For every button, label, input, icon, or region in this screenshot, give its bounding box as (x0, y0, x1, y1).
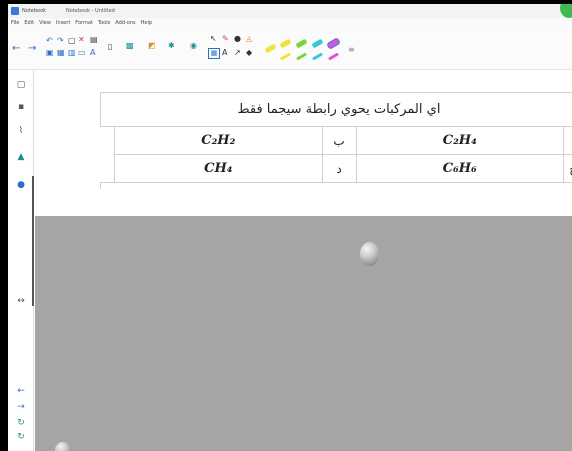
table-spacer (101, 127, 115, 155)
frame-icon[interactable]: ▭ (78, 48, 86, 58)
option-formula-b: C₂H₂ (114, 126, 323, 155)
app-icon (11, 7, 19, 15)
pen-settings-icon[interactable]: ≡ (348, 45, 355, 55)
fill-icon[interactable]: ● (234, 34, 241, 44)
pen-magenta-icon[interactable] (326, 36, 341, 51)
redo-icon[interactable]: ↷ (57, 36, 64, 46)
text-icon[interactable]: A (222, 48, 227, 58)
option-letter-b: ب (321, 126, 357, 155)
shape-icon[interactable]: ◆ (246, 48, 252, 58)
pen-yellow-3-icon[interactable] (279, 52, 292, 61)
menu-format[interactable]: Format (75, 20, 93, 26)
addons-icon[interactable]: ● (15, 180, 27, 190)
addons-icon[interactable]: ✱ (168, 41, 175, 51)
delete-icon[interactable]: ✕ (78, 35, 85, 45)
attachments-icon[interactable]: ⌇ (15, 126, 27, 136)
pen-magenta-2-icon[interactable] (327, 52, 340, 61)
option-letter-a: أ (563, 126, 572, 155)
menu-file[interactable]: File (11, 20, 19, 26)
eraser-icon[interactable]: ◬ (246, 34, 252, 44)
menu-addons[interactable]: Add-ons (115, 20, 135, 26)
sidebar: ▢ ▪ ⌇ ▲ ● ↔ ← → ↻ ↻ (8, 70, 34, 451)
app-title: Notebook (22, 8, 47, 14)
menu-insert[interactable]: Insert (56, 20, 70, 26)
menu-edit[interactable]: Edit (24, 20, 34, 26)
forward-arrow-icon[interactable]: → (28, 44, 36, 54)
text-format-icon[interactable]: A (90, 48, 95, 58)
resize-handle-icon[interactable]: ↔ (15, 296, 27, 306)
gallery-icon[interactable]: ▪ (15, 102, 27, 112)
select-icon[interactable]: ↖ (210, 34, 217, 44)
properties-icon[interactable]: ▩ (126, 41, 134, 51)
document-camera-icon[interactable]: ◉ (190, 41, 197, 51)
table-spacer (101, 155, 115, 183)
line-icon[interactable]: ↗ (234, 48, 241, 58)
option-letter-d: د (321, 154, 357, 183)
page-sorter-icon[interactable]: ▢ (15, 80, 27, 90)
page-icon[interactable]: ▢ (68, 36, 76, 46)
gallery-icon[interactable]: ◩ (148, 41, 156, 51)
option-formula-a: C₂H₄ (355, 126, 565, 155)
nav-right-arrow-icon[interactable]: → (15, 402, 27, 412)
undo-icon[interactable]: ↶ (46, 36, 53, 46)
title-bar: Notebook Notebook - Untitled (8, 4, 572, 18)
table-icon[interactable]: ▦ (208, 48, 220, 59)
whiteboard-canvas[interactable]: اي المركبات يحوي رابطة سيجما فقط أ C₂H₄ … (35, 70, 572, 216)
grid-icon[interactable]: ▥ (68, 48, 76, 58)
pen-cyan-icon[interactable] (311, 38, 324, 49)
option-formula-c: C₆H₆ (355, 154, 565, 183)
insert-page-icon[interactable]: ▣ (46, 48, 54, 58)
document-title: Notebook - Untitled (66, 8, 115, 14)
pen-yellow-icon[interactable] (264, 43, 277, 54)
question-text: اي المركبات يحوي رابطة سيجما فقط (100, 92, 572, 127)
menu-tools[interactable]: Tools (98, 20, 110, 26)
menu-bar: File Edit View Insert Format Tools Add-o… (8, 18, 572, 28)
duplicate-icon[interactable]: ▦ (57, 48, 65, 58)
pen-cyan-2-icon[interactable] (311, 52, 324, 61)
nav-refresh-2-icon[interactable]: ↻ (15, 432, 27, 442)
pen-yellow-2-icon[interactable] (279, 38, 292, 49)
sidebar-divider (32, 176, 34, 306)
table-empty-row (100, 182, 572, 189)
option-letter-c: ج (563, 154, 572, 183)
menu-view[interactable]: View (39, 20, 51, 26)
pen-green-2-icon[interactable] (295, 52, 308, 61)
ball-decoration (360, 242, 379, 266)
screen-shade-icon[interactable]: ▤ (90, 35, 98, 45)
nav-left-arrow-icon[interactable]: ← (15, 386, 27, 396)
question-table: اي المركبات يحوي رابطة سيجما فقط أ C₂H₄ … (100, 92, 572, 189)
pen-tool-icon[interactable]: ✎ (222, 34, 229, 44)
capture-icon[interactable]: ▯ (108, 42, 112, 52)
shaded-area[interactable] (35, 216, 572, 451)
option-formula-d: CH₄ (114, 154, 323, 183)
menu-help[interactable]: Help (141, 20, 152, 26)
toolbar: ← → ↶ ↷ ▢ ✕ ▤ ▣ ▦ ▥ ▭ A ▯ ▩ ◩ ✱ ◉ ↖ ✎ ● … (8, 28, 572, 70)
app-window: Notebook Notebook - Untitled File Edit V… (8, 4, 572, 451)
ball-decoration (55, 442, 71, 451)
pen-green-icon[interactable] (295, 38, 308, 49)
back-arrow-icon[interactable]: ← (12, 44, 20, 54)
nav-refresh-icon[interactable]: ↻ (15, 418, 27, 428)
properties-icon[interactable]: ▲ (15, 152, 27, 162)
